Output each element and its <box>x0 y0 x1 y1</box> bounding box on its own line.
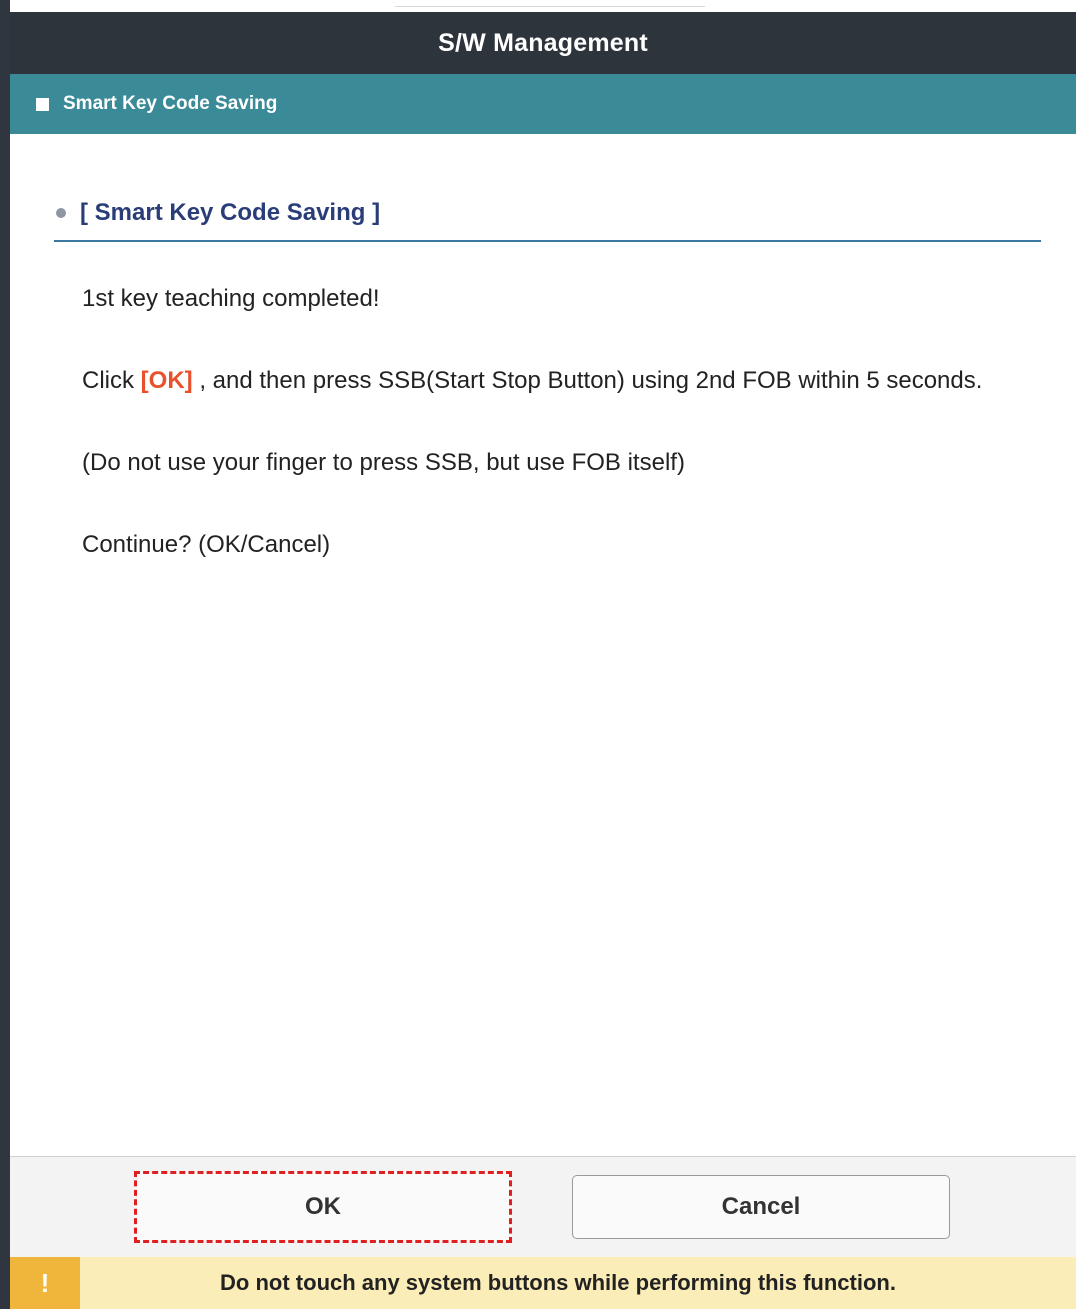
message-line-note: (Do not use your finger to press SSB, bu… <box>82 449 685 476</box>
warning-text: Do not touch any system buttons while pe… <box>220 1270 896 1295</box>
message-line-status: 1st key teaching completed! <box>82 285 380 312</box>
dialog-window: S/W Management Smart Key Code Saving [ S… <box>0 0 1076 1309</box>
heading-text: [ Smart Key Code Saving ] <box>80 199 381 226</box>
top-tab-edge <box>395 0 705 7</box>
window-titlebar: S/W Management <box>10 12 1076 74</box>
ok-reference: [OK] <box>140 367 193 394</box>
cancel-button[interactable]: Cancel <box>572 1175 950 1239</box>
section-header-bar: Smart Key Code Saving <box>10 74 1076 134</box>
message-content: [ Smart Key Code Saving ] 1st key teachi… <box>54 134 1041 566</box>
message-line-instruction: Click [OK] , and then press SSB(Start St… <box>54 360 1041 402</box>
instruction-suffix: , and then press SSB(Start Stop Button) … <box>192 367 983 394</box>
top-strip <box>10 0 1076 12</box>
window-title: S/W Management <box>438 28 648 57</box>
content-heading: [ Smart Key Code Saving ] <box>54 196 1041 242</box>
warning-bar: ! Do not touch any system buttons while … <box>10 1257 1076 1309</box>
section-label: Smart Key Code Saving <box>63 93 278 114</box>
ok-button[interactable]: OK <box>134 1171 512 1243</box>
button-bar: OK Cancel <box>10 1156 1076 1257</box>
instruction-prefix: Click <box>82 367 141 394</box>
exclamation-icon: ! <box>10 1257 80 1309</box>
circle-bullet-icon <box>56 208 66 218</box>
message-line-prompt: Continue? (OK/Cancel) <box>82 531 331 558</box>
square-bullet-icon <box>36 97 49 111</box>
